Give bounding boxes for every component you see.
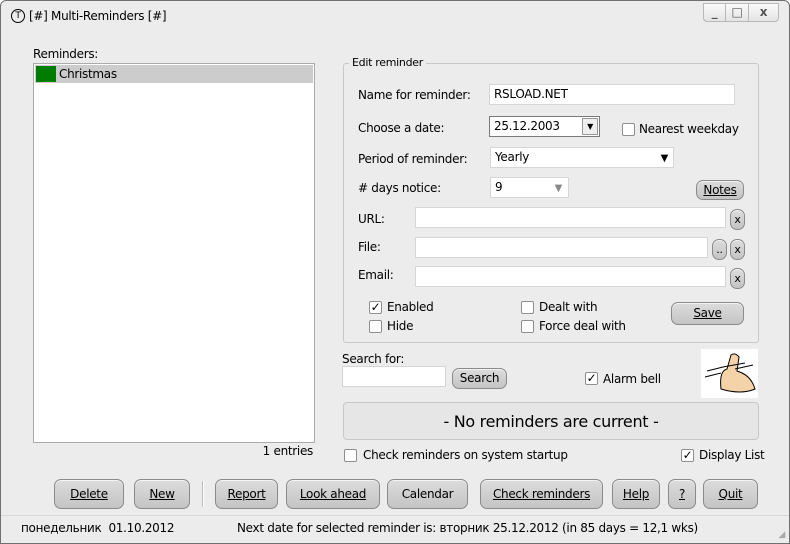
hand-bell-icon (704, 353, 756, 393)
current-date: понедельник 01.10.2012 (21, 521, 175, 535)
chevron-down-icon: ▼ (554, 183, 563, 194)
browse-file-button[interactable]: .. (712, 239, 727, 260)
help-button[interactable]: Help (612, 479, 660, 509)
check-reminders-button[interactable]: Check reminders (480, 479, 603, 509)
dealt-with-checkbox[interactable] (521, 301, 534, 314)
force-deal-with-label: Force deal with (539, 319, 626, 333)
entries-count: 1 entries (262, 444, 314, 458)
about-button[interactable]: ? (668, 479, 696, 509)
new-button[interactable]: New (134, 479, 190, 509)
chevron-down-icon: ▼ (660, 153, 669, 164)
startup-check-checkbox[interactable] (344, 449, 357, 462)
calendar-button[interactable]: Calendar (387, 479, 468, 509)
file-input[interactable] (415, 237, 708, 258)
minimize-button[interactable]: _ (703, 3, 726, 22)
display-list-label: Display List (699, 448, 765, 462)
date-value: 25.12.2003 (494, 119, 560, 133)
search-input[interactable] (342, 366, 446, 387)
maximize-button[interactable]: □ (725, 3, 749, 22)
nearest-weekday-checkbox[interactable] (622, 123, 635, 136)
look-ahead-button[interactable]: Look ahead (286, 479, 380, 509)
close-button[interactable]: x (748, 3, 779, 22)
delete-button[interactable]: Delete (54, 479, 124, 509)
date-picker[interactable]: 25.12.2003 ▼ (489, 116, 600, 137)
chevron-down-icon[interactable]: ▼ (582, 118, 598, 135)
clear-email-button[interactable]: x (730, 268, 745, 289)
enabled-label: Enabled (387, 300, 434, 314)
hide-checkbox[interactable] (369, 320, 382, 333)
alarm-bell-image (701, 349, 758, 398)
file-label: File: (358, 240, 381, 254)
clear-url-button[interactable]: x (730, 209, 745, 230)
dealt-with-label: Dealt with (539, 300, 598, 314)
url-label: URL: (358, 212, 385, 226)
save-button[interactable]: Save (671, 302, 744, 325)
toolbar-separator (202, 481, 204, 507)
nearest-weekday-label: Nearest weekday (639, 122, 739, 136)
enabled-checkbox[interactable]: ✓ (369, 301, 382, 314)
report-button[interactable]: Report (215, 479, 278, 509)
startup-check-label: Check reminders on system startup (363, 448, 568, 462)
resize-grip-icon[interactable]: ◢ (778, 530, 785, 540)
url-input[interactable] (415, 207, 726, 228)
notes-button[interactable]: Notes (696, 180, 744, 200)
date-label: Choose a date: (358, 121, 445, 135)
period-value: Yearly (495, 150, 530, 164)
reminder-name: Christmas (59, 67, 117, 81)
name-label: Name for reminder: (358, 88, 471, 102)
current-reminders-status: - No reminders are current - (343, 402, 759, 440)
reminders-list[interactable]: Christmas (33, 63, 315, 443)
period-select[interactable]: Yearly ▼ (490, 147, 674, 168)
display-list-checkbox[interactable]: ✓ (681, 449, 694, 462)
force-deal-with-checkbox[interactable] (521, 320, 534, 333)
reminder-color-swatch (36, 66, 56, 82)
status-bar: понедельник 01.10.2012 Next date for sel… (1, 515, 789, 543)
hide-label: Hide (387, 319, 414, 333)
next-date-info: Next date for selected reminder is: втор… (237, 521, 698, 535)
search-button[interactable]: Search (452, 368, 507, 389)
days-notice-value: 9 (495, 180, 503, 194)
quit-button[interactable]: Quit (703, 479, 758, 509)
email-label: Email: (358, 268, 394, 282)
email-input[interactable] (415, 266, 726, 287)
list-item[interactable]: Christmas (35, 65, 313, 83)
reminders-label: Reminders: (33, 47, 99, 61)
main-window: T [#] Multi-Reminders [#] _ □ x Reminder… (0, 0, 790, 544)
app-icon: T (11, 9, 25, 23)
days-notice-select[interactable]: 9 ▼ (490, 177, 569, 198)
clear-file-button[interactable]: x (730, 239, 745, 260)
alarm-bell-checkbox[interactable]: ✓ (585, 372, 598, 385)
alarm-bell-label: Alarm bell (603, 372, 661, 386)
edit-reminder-legend: Edit reminder (349, 56, 426, 69)
search-label: Search for: (342, 352, 405, 366)
period-label: Period of reminder: (358, 152, 468, 166)
days-notice-label: # days notice: (358, 181, 441, 195)
window-title: [#] Multi-Reminders [#] (29, 9, 167, 23)
name-input[interactable]: RSLOAD.NET (489, 84, 735, 105)
